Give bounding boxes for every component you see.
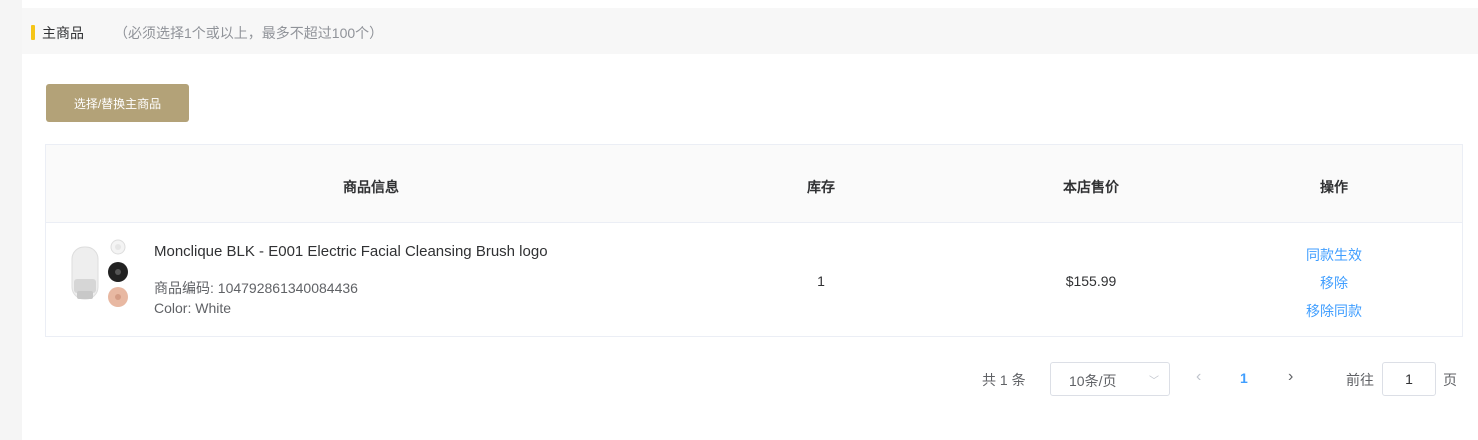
header-stock: 库存 — [807, 179, 835, 195]
price-cell: $155.99 — [1065, 273, 1117, 289]
stock-cell: 1 — [817, 273, 825, 289]
chevron-right-icon[interactable]: › — [1288, 368, 1293, 386]
section-title: 主商品 — [42, 25, 84, 41]
table-row: Monclique BLK - E001 Electric Facial Cle… — [46, 223, 1462, 336]
facial-brush-product-image — [68, 239, 134, 313]
header-operations: 操作 — [1320, 179, 1348, 195]
remove-same-style-link[interactable]: 移除同款 — [1274, 297, 1394, 325]
page-number-current[interactable]: 1 — [1240, 370, 1248, 386]
section-accent-bar — [31, 25, 35, 40]
section-header: 主商品 （必须选择1个或以上，最多不超过100个） — [22, 8, 1478, 54]
page-size-select[interactable]: 10条/页 ﹀ — [1050, 362, 1170, 396]
product-code: 商品编码: 104792861340084436 — [154, 280, 358, 296]
remove-link[interactable]: 移除 — [1274, 269, 1394, 297]
product-color: Color: White — [154, 300, 232, 316]
header-product-info: 商品信息 — [343, 179, 399, 195]
table-header: 商品信息 库存 本店售价 操作 — [46, 145, 1462, 223]
goto-page-input[interactable] — [1382, 362, 1436, 396]
goto-suffix: 页 — [1443, 372, 1457, 388]
page-size-label: 10条/页 — [1069, 373, 1117, 389]
product-name: Monclique BLK - E001 Electric Facial Cle… — [154, 243, 548, 260]
chevron-down-icon: ﹀ — [1149, 376, 1159, 387]
select-replace-main-product-button[interactable]: 选择/替换主商品 — [46, 84, 189, 122]
chevron-left-icon[interactable]: ‹ — [1196, 368, 1201, 386]
operations-cell: 同款生效 移除 移除同款 — [1274, 241, 1394, 325]
section-hint: （必须选择1个或以上，最多不超过100个） — [114, 25, 384, 41]
main-product-panel: 主商品 （必须选择1个或以上，最多不超过100个） 选择/替换主商品 商品信息 … — [22, 0, 1478, 440]
goto-prefix: 前往 — [1346, 372, 1374, 388]
header-price: 本店售价 — [1063, 179, 1119, 195]
same-style-apply-link[interactable]: 同款生效 — [1274, 241, 1394, 269]
pagination-total: 共 1 条 — [982, 372, 1026, 388]
product-table: 商品信息 库存 本店售价 操作 Monclique BLK - E001 Ele… — [45, 144, 1463, 337]
